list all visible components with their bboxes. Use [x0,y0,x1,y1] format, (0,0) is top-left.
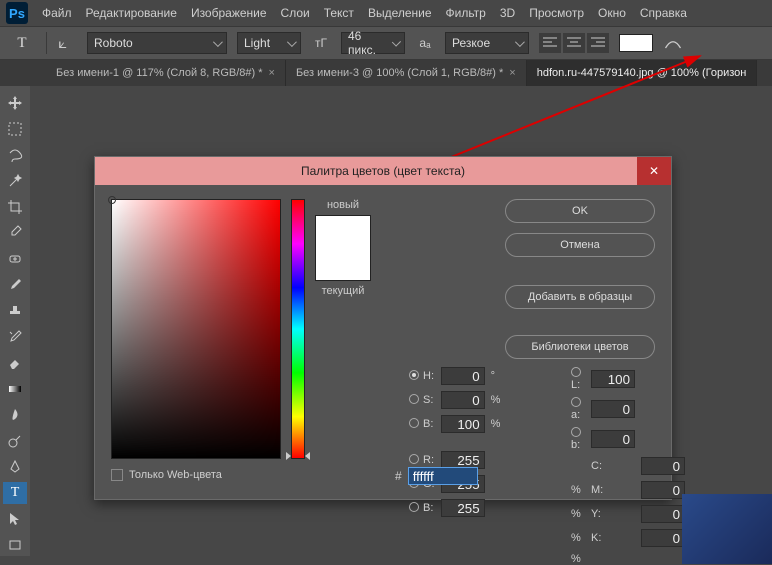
web-only-checkbox[interactable]: Только Web-цвета [111,469,371,481]
color-picker-dialog: Палитра цветов (цвет текста) ✕ новый тек… [94,156,672,500]
document-tab[interactable]: hdfon.ru-447579140.jpg @ 100% (Горизон [527,60,758,86]
menu-window[interactable]: Окно [598,6,626,20]
color-libraries-button[interactable]: Библиотеки цветов [505,335,655,359]
font-size-select[interactable]: 46 пикс. [341,32,405,54]
radio-r[interactable] [409,454,419,464]
font-family-select[interactable]: Roboto [87,32,227,54]
close-icon[interactable]: × [509,67,515,79]
svg-text:⟀: ⟀ [58,35,67,52]
new-color-label: новый [327,199,359,211]
menu-image[interactable]: Изображение [191,6,267,20]
menu-edit[interactable]: Редактирование [86,6,177,20]
saturation-value-picker[interactable] [111,199,281,459]
a-input[interactable] [591,400,635,418]
tool-indicator[interactable]: T [8,31,36,55]
eraser-tool[interactable] [3,352,27,374]
pen-tool[interactable] [3,456,27,478]
s-input[interactable] [441,391,485,409]
close-icon[interactable]: × [269,67,275,79]
color-preview [315,215,371,281]
m-input[interactable] [641,481,685,499]
menu-select[interactable]: Выделение [368,6,432,20]
toolbox: T [0,86,30,556]
gradient-tool[interactable] [3,378,27,400]
font-weight-select[interactable]: Light [237,32,301,54]
radio-a[interactable] [571,397,581,407]
radio-b[interactable] [409,418,419,428]
hash-label: # [395,469,402,483]
b-input[interactable] [441,415,485,433]
document-tabs: Без имени-1 @ 117% (Слой 8, RGB/8#) *× Б… [0,60,772,86]
warp-text-icon[interactable] [663,33,683,53]
c-input[interactable] [641,457,685,475]
lab-cmyk-values: L: a: b: C:% M:% Y:% K:% [571,367,685,565]
h-input[interactable] [441,367,485,385]
antialias-icon: aₐ [415,33,435,53]
font-size-icon: тГ [311,33,331,53]
path-select-tool[interactable] [3,508,27,530]
hex-row: # [395,467,478,485]
ok-button[interactable]: OK [505,199,655,223]
menu-layers[interactable]: Слои [281,6,310,20]
canvas-preview [682,494,772,564]
document-tab[interactable]: Без имени-3 @ 100% (Слой 1, RGB/8#) *× [286,60,527,86]
radio-bb[interactable] [409,502,419,512]
menu-bar: Ps Файл Редактирование Изображение Слои … [0,0,772,26]
menu-view[interactable]: Просмотр [529,6,584,20]
align-center-button[interactable] [563,33,585,53]
current-color-label: текущий [322,285,365,297]
b2-input[interactable] [591,430,635,448]
heal-tool[interactable] [3,248,27,270]
hue-marker [287,452,309,460]
radio-h[interactable] [409,370,419,380]
document-tab[interactable]: Без имени-1 @ 117% (Слой 8, RGB/8#) *× [46,60,286,86]
lasso-tool[interactable] [3,144,27,166]
menu-text[interactable]: Текст [324,6,354,20]
hsb-rgb-values: H:° S:% B:% R: G: B: [409,367,500,517]
bb-input[interactable] [441,499,485,517]
radio-l[interactable] [571,367,581,377]
k-input[interactable] [641,529,685,547]
history-brush-tool[interactable] [3,326,27,348]
blur-tool[interactable] [3,404,27,426]
hue-slider[interactable] [291,199,305,459]
text-align-group [539,33,609,53]
text-orientation-icon[interactable]: ⟀ [57,33,77,53]
options-bar: T ⟀ Roboto Light тГ 46 пикс. aₐ Резкое [0,26,772,60]
rectangle-tool[interactable] [3,534,27,556]
sv-cursor [108,196,116,204]
dialog-title: Палитра цветов (цвет текста) [301,164,465,178]
antialias-select[interactable]: Резкое [445,32,529,54]
dodge-tool[interactable] [3,430,27,452]
text-color-swatch[interactable] [619,34,653,52]
app-logo: Ps [6,2,28,24]
menu-filter[interactable]: Фильтр [446,6,486,20]
close-button[interactable]: ✕ [637,157,671,185]
move-tool[interactable] [3,92,27,114]
checkbox-icon [111,469,123,481]
menu-file[interactable]: Файл [42,6,72,20]
marquee-tool[interactable] [3,118,27,140]
hex-input[interactable] [408,467,478,485]
separator [46,32,47,54]
menu-3d[interactable]: 3D [500,6,515,20]
add-swatch-button[interactable]: Добавить в образцы [505,285,655,309]
cancel-button[interactable]: Отмена [505,233,655,257]
stamp-tool[interactable] [3,300,27,322]
crop-tool[interactable] [3,196,27,218]
align-right-button[interactable] [587,33,609,53]
wand-tool[interactable] [3,170,27,192]
type-tool[interactable]: T [3,482,27,504]
eyedropper-tool[interactable] [3,222,27,244]
radio-s[interactable] [409,394,419,404]
brush-tool[interactable] [3,274,27,296]
dialog-titlebar[interactable]: Палитра цветов (цвет текста) ✕ [95,157,671,185]
align-left-button[interactable] [539,33,561,53]
radio-b2[interactable] [571,427,581,437]
y-input[interactable] [641,505,685,523]
l-input[interactable] [591,370,635,388]
menu-help[interactable]: Справка [640,6,687,20]
